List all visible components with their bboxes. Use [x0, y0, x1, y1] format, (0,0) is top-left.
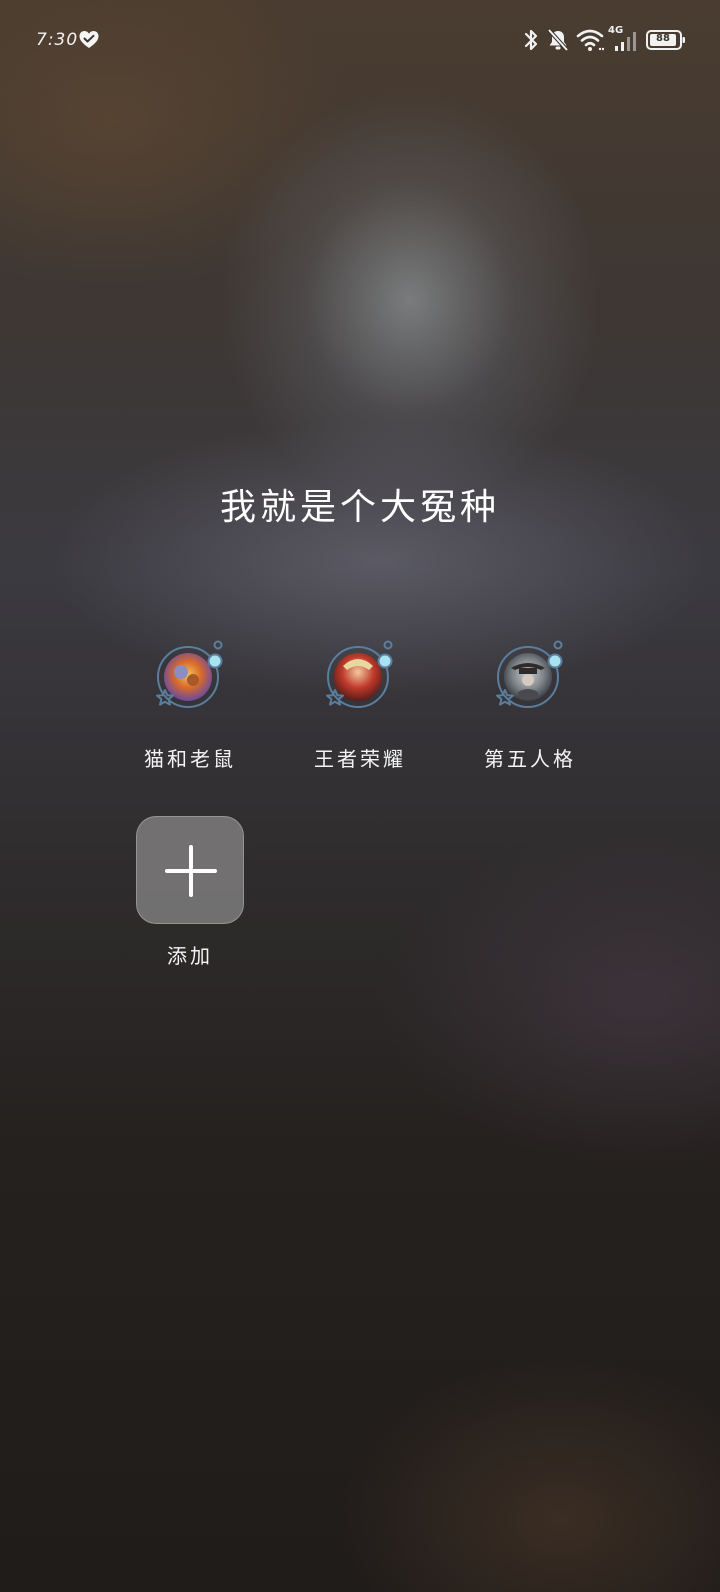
cellular-signal-icon: 4G [608, 25, 640, 53]
status-bar: 7:30 4G 88 [0, 0, 720, 80]
page-title: 我就是个大冤种 [219, 487, 500, 528]
status-time: 7:30 [36, 30, 79, 50]
add-button[interactable] [136, 816, 244, 924]
status-icons: 4G 88 [522, 25, 686, 54]
game-label: 王者荣耀 [314, 747, 406, 771]
mute-bell-icon [546, 27, 570, 53]
battery-icon: 88 [646, 28, 686, 52]
game-item-identity-v[interactable]: 第五人格 [445, 640, 615, 780]
battery-level: 88 [656, 33, 670, 44]
plus-icon [165, 845, 217, 897]
game-item-tom-and-jerry[interactable]: 猫和老鼠 [105, 640, 275, 780]
bluetooth-icon [522, 27, 540, 53]
identity-v-avatar-icon [495, 640, 565, 710]
tom-and-jerry-avatar-icon [155, 640, 225, 710]
game-label: 猫和老鼠 [144, 747, 236, 771]
wifi-icon [576, 28, 604, 52]
add-label: 添加 [167, 944, 213, 968]
game-item-honor-of-kings[interactable]: 王者荣耀 [275, 640, 445, 780]
heart-icon [78, 29, 100, 51]
game-label: 第五人格 [484, 747, 576, 771]
honor-of-kings-avatar-icon [325, 640, 395, 710]
